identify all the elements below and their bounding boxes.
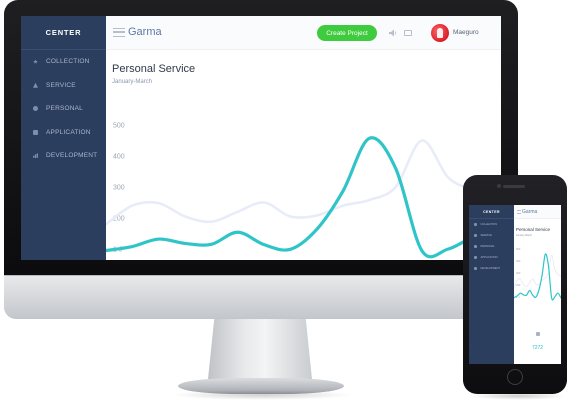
monitor-shadow — [170, 390, 354, 400]
monitor-chin — [4, 275, 518, 319]
bars-icon — [33, 153, 38, 159]
phone-sidebar-item-label: SERVICE — [480, 234, 492, 237]
sidebar-item-label: COLLECTION — [46, 58, 90, 66]
sidebar-item-application[interactable]: APPLICATION — [21, 121, 106, 145]
phone-sidebar-item[interactable]: APPLICATION — [469, 252, 514, 263]
phone-home-button[interactable] — [507, 369, 523, 385]
chart-title: Personal Service — [112, 63, 196, 75]
circle-icon — [33, 106, 38, 112]
top-bar: Garma Create Project Maeguro — [106, 16, 501, 50]
y-tick-label: 500 — [113, 122, 125, 129]
phone-stat-value: 7272 — [531, 345, 544, 351]
sidebar-item-label: APPLICATION — [46, 128, 91, 136]
app-title: Garma — [128, 26, 162, 38]
avatar[interactable] — [431, 24, 449, 42]
line-chart: 5004003002001 J — [106, 122, 501, 259]
phone-app-title: Garma — [522, 209, 538, 215]
phone-chart-title: Personal Service — [516, 227, 551, 232]
phone-sidebar-item[interactable]: PERSONAL — [469, 241, 514, 252]
phone-chart-subtitle: January-March — [516, 234, 532, 237]
phone-camera-icon — [497, 184, 501, 188]
chart-subtitle: January-March — [112, 79, 153, 85]
phone-hamburger-menu-icon[interactable] — [517, 210, 521, 214]
sidebar-item-service[interactable]: SERVICE — [21, 74, 106, 98]
phone-top-bar: Garma — [514, 205, 561, 219]
square-icon — [474, 256, 477, 259]
phone-sidebar-item-label: PERSONAL — [480, 245, 495, 248]
y-tick-label: 200 — [516, 283, 521, 287]
y-tick-label: 500 — [516, 247, 521, 251]
speaker-icon[interactable] — [389, 29, 397, 37]
phone-sidebar-item[interactable]: SERVICE — [469, 230, 514, 241]
monitor-stand-neck — [208, 319, 312, 379]
phone-sidebar-item-label: COLLECTION — [480, 223, 498, 226]
series-line-secondary — [106, 139, 501, 226]
series-line-primary — [514, 253, 561, 301]
sidebar-item-development[interactable]: DEVELOPMENT — [21, 144, 106, 168]
sidebar: CENTER COLLECTION SERVICE PERSONAL APPLI… — [21, 16, 106, 260]
main-content: 500 400 300 200 1 J Personal Service January… — [106, 50, 501, 260]
mail-icon[interactable] — [404, 30, 412, 36]
sidebar-item-collection[interactable]: COLLECTION — [21, 50, 106, 74]
phone-sidebar-item-label: DEVELOPMENT — [480, 267, 501, 270]
square-icon — [33, 129, 38, 135]
create-project-button[interactable]: Create Project — [317, 25, 377, 41]
phone-sidebar-item[interactable]: DEVELOPMENT — [469, 263, 514, 274]
triangle-icon — [33, 82, 38, 88]
phone-screen: CENTER COLLECTION SERVICE PERSONAL APPLI… — [469, 205, 561, 364]
desktop-screen: CENTER COLLECTION SERVICE PERSONAL APPLI… — [21, 16, 501, 260]
brand-logo[interactable]: CENTER — [21, 16, 106, 50]
phone-sidebar: CENTER COLLECTION SERVICE PERSONAL APPLI… — [469, 205, 514, 364]
phone-brand-logo[interactable]: CENTER — [469, 205, 514, 219]
star-icon — [33, 59, 38, 64]
sidebar-item-label: DEVELOPMENT — [46, 152, 98, 160]
y-tick-label: 300 — [113, 184, 125, 191]
series-line-primary — [106, 136, 501, 259]
phone-sidebar-item[interactable]: COLLECTION — [469, 219, 514, 230]
hamburger-menu-icon[interactable] — [113, 28, 125, 37]
triangle-icon — [474, 234, 477, 237]
circle-icon — [474, 245, 477, 248]
y-tick-label: 400 — [113, 153, 125, 160]
stat-icon — [536, 332, 540, 336]
phone-speaker-grille — [503, 185, 525, 188]
sidebar-item-personal[interactable]: PERSONAL — [21, 97, 106, 121]
bars-icon — [474, 267, 477, 270]
y-tick-label: 300 — [516, 271, 521, 275]
phone-device: CENTER COLLECTION SERVICE PERSONAL APPLI… — [463, 175, 567, 394]
phone-main-content: 500 400 300 200 1 J Personal Service January… — [514, 219, 561, 364]
phone-line-chart: 5004003002001 J — [514, 247, 561, 301]
phone-sidebar-item-label: APPLICATION — [480, 256, 498, 259]
y-tick-label: 400 — [516, 259, 521, 263]
sidebar-item-label: PERSONAL — [46, 105, 84, 113]
user-name[interactable]: Maeguro — [453, 29, 479, 36]
series-line-secondary — [514, 254, 561, 288]
star-icon — [474, 223, 477, 226]
sidebar-item-label: SERVICE — [46, 81, 76, 89]
